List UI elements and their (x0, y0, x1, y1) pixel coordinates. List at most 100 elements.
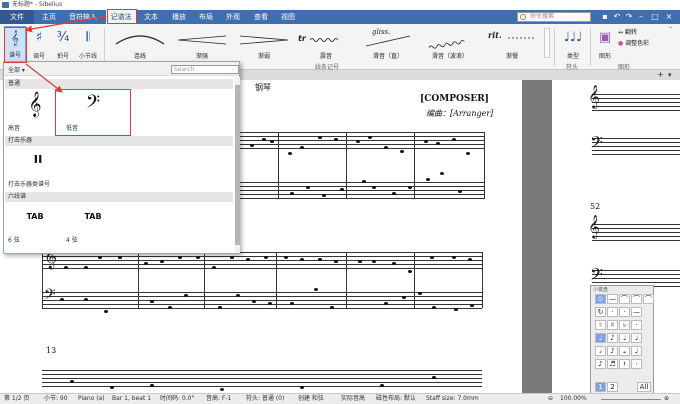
note-head[interactable] (150, 300, 154, 303)
clef-tab4-item[interactable]: TAB 4 弦 (66, 204, 120, 244)
note-head[interactable] (458, 190, 462, 193)
keypad-window[interactable]: 小键盘 ⊙ — ⌒ ⌒ ⌒ ↻ · · — ♮ ♯ ♭ · ♩ ♪ ♩ ♩ 𝅗𝅥 ♪ 𝅝 ♩ ♪ ♬ 𝄽 · 1 2 All (590, 285, 654, 395)
keypad-key[interactable]: ♩ (631, 346, 642, 356)
note-head[interactable] (358, 260, 362, 263)
tab-appearance[interactable]: 外观 (222, 10, 244, 24)
note-head[interactable] (454, 308, 458, 311)
note-head[interactable] (60, 298, 64, 301)
note-head[interactable] (300, 258, 304, 261)
notehead-type-button[interactable]: ♩♩♩ 类型 (560, 26, 586, 62)
gallery-diminuendo[interactable]: 渐弱 (234, 26, 294, 62)
note-head[interactable] (356, 140, 360, 143)
note-head[interactable] (436, 142, 440, 145)
note-head[interactable] (314, 288, 318, 291)
note-head[interactable] (118, 256, 122, 259)
keypad-key[interactable]: ♩ (619, 333, 630, 343)
keypad-key[interactable]: · (631, 359, 642, 369)
note-head[interactable] (110, 386, 114, 389)
staff-bass-p2[interactable] (592, 138, 680, 155)
staff-treble-p2b[interactable] (592, 224, 680, 241)
tab-home[interactable]: 主页 (36, 10, 62, 24)
keypad-key[interactable]: 𝅝 (619, 346, 630, 356)
note-head[interactable] (262, 138, 266, 141)
flip-button[interactable]: ↔ 翻转 (618, 27, 637, 36)
note-head[interactable] (270, 140, 274, 143)
gallery-scroll[interactable] (544, 28, 550, 58)
note-head[interactable] (318, 136, 322, 139)
keypad-key[interactable]: ↻ (595, 307, 606, 317)
composer-text[interactable]: [COMPOSER] (420, 94, 489, 104)
time-signature-button[interactable]: ¾ 拍号 (52, 26, 74, 62)
note-head[interactable] (284, 256, 288, 259)
keypad-key[interactable]: ♪ (607, 333, 618, 343)
keypad-key[interactable]: · (607, 307, 618, 317)
keypad-key[interactable]: ♭ (619, 320, 630, 330)
adjust-color-button[interactable]: ● 调整色彩 (618, 38, 649, 47)
keypad-key[interactable]: ♩ (595, 333, 606, 343)
note-head[interactable] (334, 260, 338, 263)
note-head[interactable] (372, 260, 376, 263)
zoom-slider[interactable] (601, 399, 661, 400)
minimize-icon[interactable]: – (636, 11, 646, 22)
filter-dropdown[interactable]: 全部 ▾ (8, 65, 25, 74)
maximize-icon[interactable]: □ (650, 11, 660, 22)
note-head[interactable] (300, 386, 304, 389)
note-head[interactable] (400, 150, 404, 153)
note-head[interactable] (306, 186, 310, 189)
note-head[interactable] (84, 266, 88, 269)
zoom-in-icon[interactable]: ⊕ (664, 394, 669, 404)
clef-treble-item[interactable]: 𝄞 高音 (8, 92, 62, 132)
note-head[interactable] (84, 298, 88, 301)
tab-note-input[interactable]: 音符输入 (66, 10, 100, 24)
note-head[interactable] (64, 266, 68, 269)
keypad-key[interactable]: ♪ (607, 346, 618, 356)
gallery-gliss-wavy[interactable]: 滑音（波浪） (420, 26, 480, 62)
save-icon[interactable]: ▪ (600, 11, 610, 22)
command-search-input[interactable]: 命令搜索 (517, 12, 591, 22)
note-head[interactable] (468, 258, 472, 261)
gallery-gliss-straight[interactable]: gliss. 滑音（直） (358, 26, 418, 62)
panel-scroll-thumb[interactable] (235, 85, 240, 245)
note-head[interactable] (98, 256, 102, 259)
keypad-key[interactable]: ⌒ (631, 294, 642, 304)
note-head[interactable] (430, 256, 434, 259)
gallery-rit[interactable]: rit. 渐慢 (482, 26, 542, 62)
gallery-slur[interactable]: 连线 (110, 26, 170, 62)
graphics-button[interactable]: ▣ 图形 (594, 26, 616, 62)
note-head[interactable] (250, 144, 254, 147)
key-signature-button[interactable]: ♯ 调号 (28, 26, 50, 62)
keypad-key[interactable]: ♯ (607, 320, 618, 330)
tab-text[interactable]: 文本 (140, 10, 162, 24)
keypad-key[interactable]: ⌒ (619, 294, 630, 304)
note-head[interactable] (288, 152, 292, 155)
keypad-layout-tab[interactable]: 1 (595, 382, 606, 392)
keypad-key[interactable]: — (607, 294, 618, 304)
note-head[interactable] (290, 302, 294, 305)
note-head[interactable] (196, 256, 200, 259)
note-head[interactable] (184, 294, 188, 297)
keypad-key[interactable]: · (619, 307, 630, 317)
note-head[interactable] (368, 136, 372, 139)
note-head[interactable] (470, 304, 474, 307)
keypad-key[interactable]: ♩ (631, 333, 642, 343)
note-head[interactable] (70, 380, 74, 383)
barline-button[interactable]: 𝄃 小节线 (76, 26, 100, 62)
keypad-key[interactable]: 𝄽 (619, 359, 630, 369)
note-head[interactable] (384, 302, 388, 305)
tab-review[interactable]: 查看 (250, 10, 272, 24)
tab-play[interactable]: 播放 (168, 10, 190, 24)
note-head[interactable] (418, 292, 422, 295)
staff-bass-1[interactable] (240, 182, 485, 199)
staff-treble-1[interactable] (240, 132, 485, 149)
note-head[interactable] (334, 138, 338, 141)
zoom-out-icon[interactable]: ⊖ (548, 394, 553, 404)
keypad-layout-tab[interactable]: All (637, 382, 651, 392)
panel-scrollbar[interactable] (235, 77, 240, 253)
staff-bass-2[interactable] (42, 292, 482, 309)
note-head[interactable] (402, 296, 406, 299)
tab-view[interactable]: 视图 (277, 10, 299, 24)
note-head[interactable] (408, 186, 412, 189)
note-head[interactable] (220, 388, 224, 391)
note-head[interactable] (452, 256, 456, 259)
note-head[interactable] (384, 146, 388, 149)
